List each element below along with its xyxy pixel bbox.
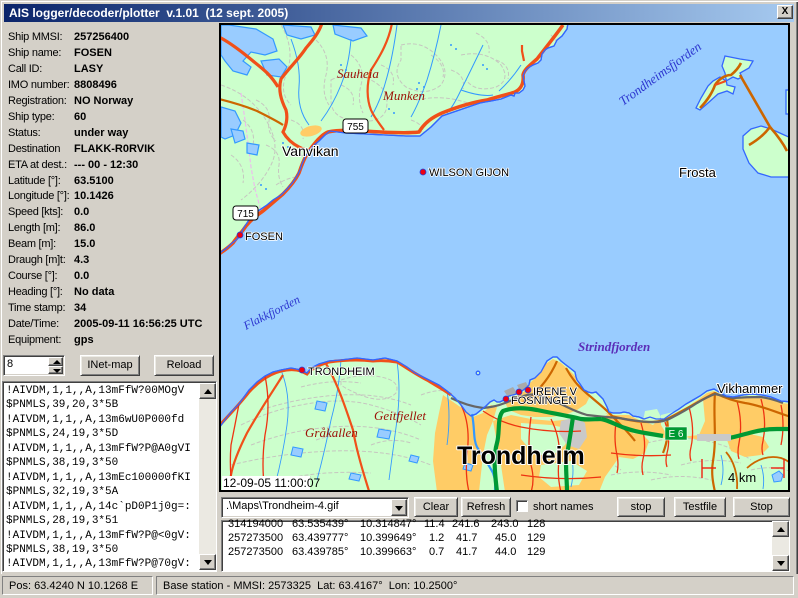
svg-text:715: 715 bbox=[237, 209, 254, 220]
svg-text:Sauheia: Sauheia bbox=[337, 66, 379, 81]
svg-text:E 6: E 6 bbox=[668, 429, 683, 440]
svg-text:Vikhammer: Vikhammer bbox=[717, 381, 783, 396]
svg-text:FOSNINGEN: FOSNINGEN bbox=[511, 395, 576, 407]
svg-text:WILSON GIJON: WILSON GIJON bbox=[429, 167, 509, 179]
svg-text:Strindfjorden: Strindfjorden bbox=[578, 339, 650, 354]
svg-text:Geitfjellet: Geitfjellet bbox=[374, 408, 426, 423]
svg-text:755: 755 bbox=[347, 122, 364, 133]
svg-text:Gråkallen: Gråkallen bbox=[305, 425, 358, 440]
svg-text:TRONDHEIM: TRONDHEIM bbox=[308, 366, 375, 378]
svg-text:FOSEN: FOSEN bbox=[245, 231, 283, 243]
svg-text:Vanvikan: Vanvikan bbox=[282, 143, 339, 159]
svg-text:Frosta: Frosta bbox=[679, 165, 717, 180]
svg-text:Munken: Munken bbox=[382, 88, 425, 103]
svg-text:Trondheim: Trondheim bbox=[457, 442, 585, 470]
svg-text:12-09-05 11:00:07: 12-09-05 11:00:07 bbox=[223, 476, 321, 490]
svg-text:4 km: 4 km bbox=[728, 470, 756, 485]
